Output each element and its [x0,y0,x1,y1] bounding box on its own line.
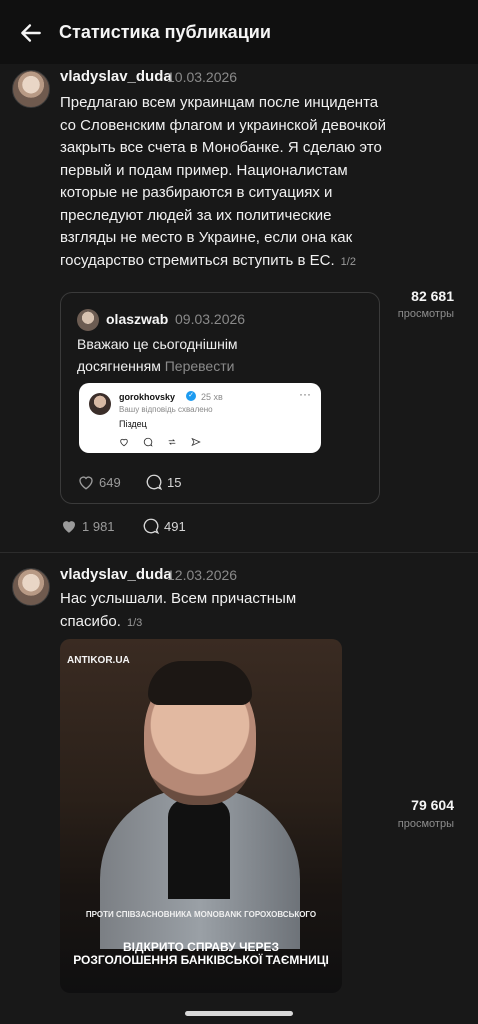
screenshot-text: Піздец [119,419,147,429]
post-date: 10.03.2026 [167,69,238,85]
post-text: Предлагаю всем украинцам после инцидента… [60,92,390,273]
heart-icon [120,438,128,447]
comment-icon [143,518,160,535]
post-likes-count: 1 981 [82,518,115,534]
views-label: просмотры [397,818,454,830]
top-bar: Статистика публикации [0,0,478,64]
post-divider [0,552,478,553]
post-pager: 1/3 [126,616,143,629]
screenshot-avatar [89,393,111,415]
screenshot-username: gorokhovsky [119,392,176,402]
post-replies-count: 491 [164,518,186,534]
comment-icon [146,474,163,491]
post-text: Нас услышали. Всем причастным спасибо. 1/… [60,588,320,634]
portrait-tshirt [168,799,230,899]
post-text-content: Предлагаю всем украинцам после инцидента… [60,94,386,269]
heart-outline-icon [79,476,93,490]
post-date: 12.03.2026 [167,567,238,583]
post-image[interactable]: ANTIKOR.UA ПРОТИ СПІВЗАСНОВНИКА MONOBANK… [60,639,342,993]
quote-replies[interactable]: 15 [145,473,181,491]
image-caption-sub: ПРОТИ СПІВЗАСНОВНИКА MONOBANK ГОРОХОВСЬК… [85,910,317,919]
quote-username[interactable]: olaszwab [106,311,168,327]
home-indicator[interactable] [185,1011,293,1016]
screenshot-subtitle: Вашу відповідь схвалено [119,405,213,414]
portrait-hair [148,661,252,705]
views-count: 79 604 [411,797,454,813]
quote-text: Вважаю це сьогоднішнім досягненням Перев… [77,333,317,377]
post-text-content: Нас услышали. Всем причастным спасибо. [60,590,297,630]
quoted-post[interactable]: olaszwab 09.03.2026 Вважаю це сьогоднішн… [60,292,380,504]
back-arrow-icon[interactable] [18,20,44,46]
heart-filled-icon [63,521,75,533]
quote-date: 09.03.2026 [175,311,246,327]
more-dots-icon: ··· [299,387,311,401]
screenshot-actions [119,437,201,447]
avatar[interactable] [12,568,50,606]
quote-avatar[interactable] [77,309,99,331]
quote-likes[interactable]: 649 [77,473,121,491]
page-title: Статистика публикации [59,22,271,42]
translate-link[interactable]: Перевести [165,358,235,374]
comment-icon [143,437,153,447]
post-likes[interactable]: 1 981 [60,517,115,535]
image-caption-main: ВІДКРИТО СПРАВУ ЧЕРЕЗ РОЗГОЛОШЕННЯ БАНКІ… [73,940,329,967]
post-pager: 1/2 [340,255,356,268]
post-username[interactable]: vladyslav_duda [60,68,172,85]
post-username[interactable]: vladyslav_duda [60,566,172,583]
image-brand: ANTIKOR.UA [67,655,130,666]
avatar[interactable] [12,70,50,108]
verified-check-icon: ✓ [186,391,196,401]
embedded-screenshot: gorokhovsky ✓ 25 хв ··· Вашу відповідь с… [79,383,321,453]
screenshot-time: 25 хв [201,392,223,402]
repost-icon [168,439,176,445]
post-replies[interactable]: 491 [142,517,186,535]
share-icon [191,437,201,447]
quote-likes-count: 649 [99,474,121,490]
quote-replies-count: 15 [167,474,182,490]
